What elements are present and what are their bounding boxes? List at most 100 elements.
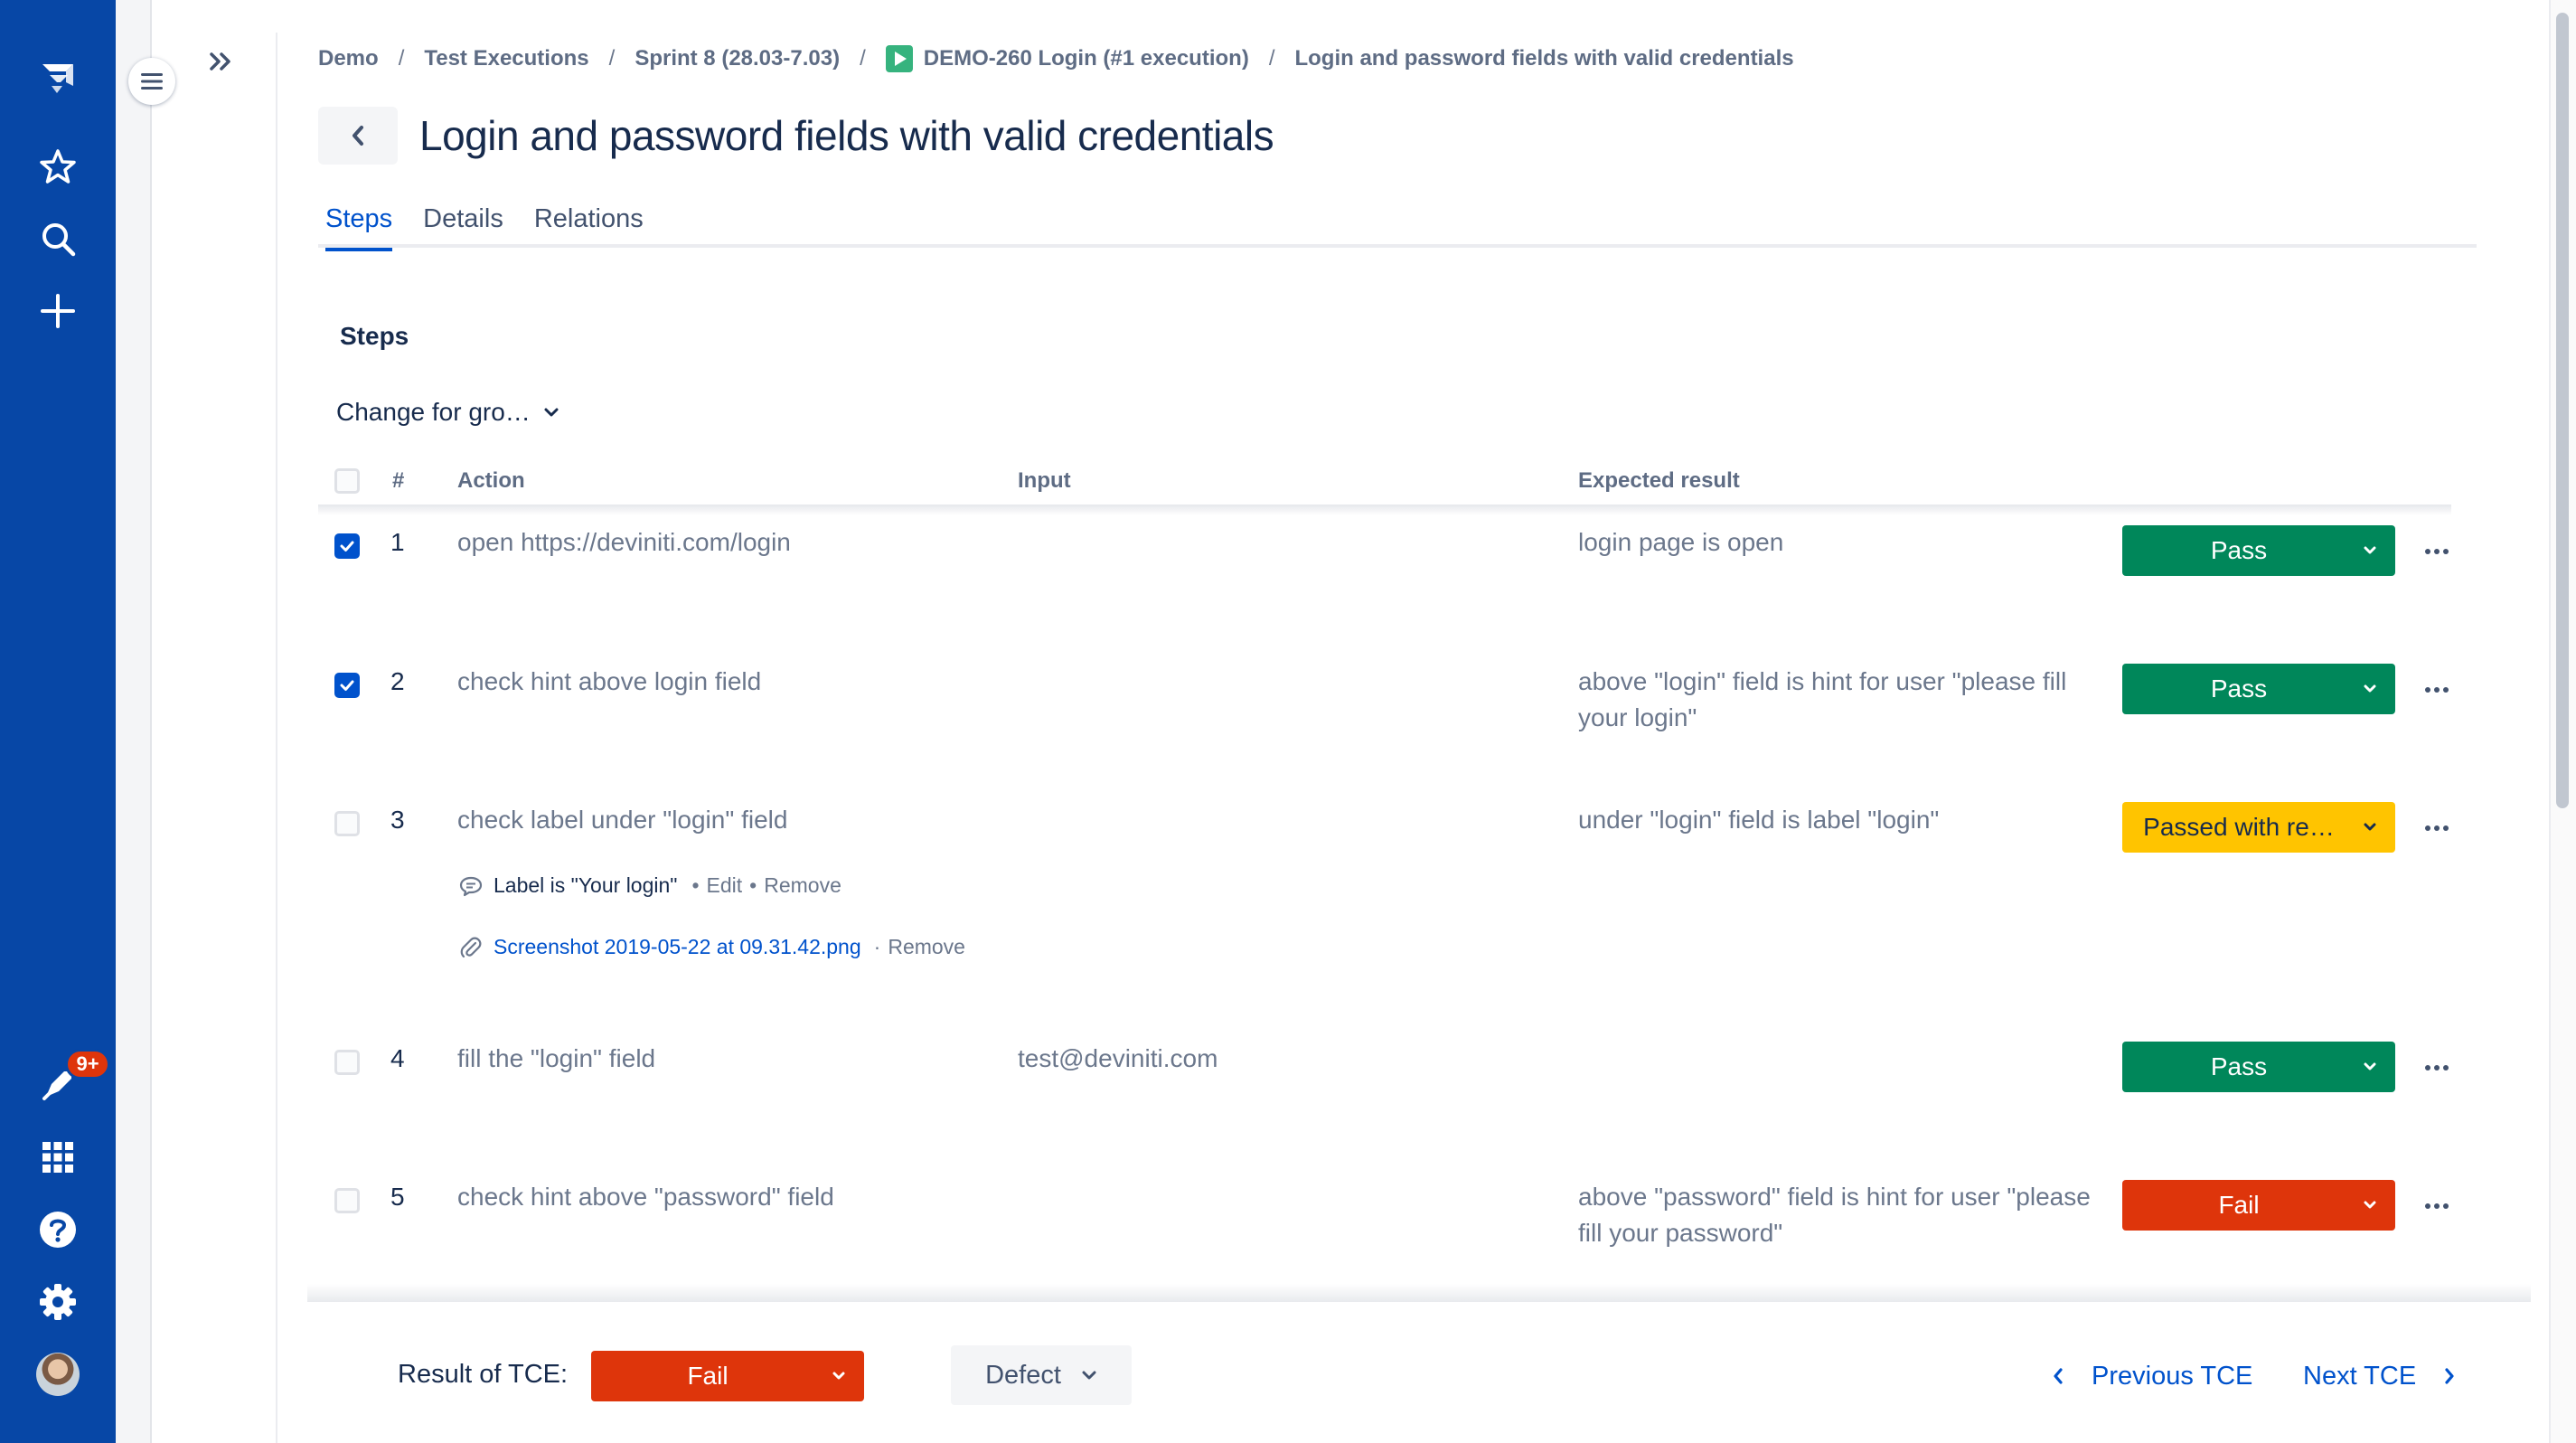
tab-bar: Steps Details Relations — [318, 201, 2477, 251]
row-checkbox[interactable] — [334, 1050, 360, 1075]
star-icon[interactable] — [31, 139, 85, 193]
checkmark-icon — [340, 541, 354, 552]
global-navigation: 9+ — [0, 0, 116, 1443]
breadcrumb-item-execution[interactable]: DEMO-260 Login (#1 execution) — [924, 46, 1249, 71]
chevron-down-icon — [2345, 546, 2395, 555]
comment-icon — [459, 876, 483, 896]
row-checkbox[interactable] — [334, 1188, 360, 1213]
chevron-down-icon — [813, 1372, 864, 1381]
content-divider — [276, 33, 277, 1443]
next-tce-link[interactable]: Next TCE — [2303, 1356, 2456, 1396]
step-attachment: Screenshot 2019-05-22 at 09.31.42.png · … — [459, 935, 965, 959]
step-status-label: Passed with re… — [2143, 813, 2335, 841]
expand-sidebar-button[interactable] — [199, 43, 242, 80]
scrollbar-thumb[interactable] — [2556, 13, 2569, 808]
step-status-select[interactable]: Fail — [2122, 1180, 2395, 1231]
more-icon[interactable] — [2415, 672, 2458, 708]
step-comment: Label is "Your login" • Edit • Remove — [459, 873, 841, 898]
step-number: 2 — [390, 667, 405, 695]
group-select-label: Change for gro… — [336, 398, 531, 426]
header-shadow — [318, 505, 2451, 515]
step-status-label: Pass — [2210, 674, 2268, 703]
chevron-down-icon — [2345, 823, 2395, 832]
chevron-down-icon — [1082, 1371, 1096, 1380]
breadcrumb-separator: / — [608, 46, 616, 71]
attachment-remove-link[interactable]: Remove — [888, 935, 965, 959]
comment-edit-link[interactable]: Edit — [707, 873, 743, 898]
row-checkbox[interactable] — [334, 673, 360, 698]
step-input: test@deviniti.com — [1018, 1044, 1218, 1072]
column-header-expected: Expected result — [1578, 468, 1740, 493]
double-chevron-right-icon — [210, 52, 230, 71]
column-header-input: Input — [1018, 468, 1071, 493]
step-action: check label under "login" field — [457, 806, 788, 834]
test-execution-icon — [885, 45, 913, 72]
step-status-label: Pass — [2210, 1052, 2268, 1080]
chevron-down-icon — [2345, 1062, 2395, 1071]
tab-relations[interactable]: Relations — [527, 201, 651, 248]
breadcrumb-item-test-executions[interactable]: Test Executions — [424, 46, 588, 71]
steps-heading: Steps — [340, 322, 409, 350]
comment-text: Label is "Your login" — [494, 873, 678, 897]
help-icon[interactable] — [31, 1202, 85, 1257]
comment-remove-link[interactable]: Remove — [764, 873, 841, 898]
avatar[interactable] — [36, 1353, 80, 1396]
jira-logo-icon[interactable] — [31, 51, 85, 105]
breadcrumb-separator: / — [1268, 46, 1275, 71]
select-all-checkbox[interactable] — [334, 468, 360, 494]
defect-button[interactable]: Defect — [951, 1345, 1132, 1405]
result-of-tce-label: Result of TCE: — [398, 1360, 569, 1389]
more-icon[interactable] — [2415, 810, 2458, 846]
defect-label: Defect — [985, 1360, 1061, 1390]
chevron-left-icon — [353, 126, 363, 146]
sidebar-toggle-button[interactable] — [128, 58, 175, 105]
tce-result-select[interactable]: Fail — [591, 1351, 864, 1401]
menu-icon — [141, 73, 163, 90]
step-status-select[interactable]: Pass — [2122, 525, 2395, 576]
attachment-link[interactable]: Screenshot 2019-05-22 at 09.31.42.png — [494, 935, 861, 959]
settings-icon[interactable] — [31, 1275, 85, 1329]
checkmark-icon — [340, 680, 354, 691]
step-action: open https://deviniti.com/login — [457, 528, 791, 556]
step-status-select[interactable]: Passed with re… — [2122, 802, 2395, 853]
more-icon[interactable] — [2415, 1050, 2458, 1086]
search-icon[interactable] — [31, 212, 85, 266]
step-expected-result: above "login" field is hint for user "pl… — [1578, 667, 2067, 731]
step-expected-result: login page is open — [1578, 528, 1784, 556]
chevron-down-icon — [2345, 1201, 2395, 1210]
app-switcher-icon[interactable] — [31, 1130, 85, 1184]
step-number: 5 — [390, 1183, 405, 1211]
breadcrumb-item-demo[interactable]: Demo — [318, 46, 379, 71]
tab-steps[interactable]: Steps — [318, 201, 400, 251]
step-status-select[interactable]: Pass — [2122, 1042, 2395, 1092]
page-title: Login and password fields with valid cre… — [419, 112, 1274, 159]
more-icon[interactable] — [2415, 533, 2458, 570]
project-sidebar-collapsed — [116, 0, 152, 1443]
notifications-badge[interactable]: 9+ — [65, 1049, 110, 1080]
breadcrumb-item-current[interactable]: Login and password fields with valid cre… — [1294, 46, 1793, 71]
step-expected-result: under "login" field is label "login" — [1578, 806, 1940, 834]
previous-tce-label: Previous TCE — [2092, 1361, 2253, 1391]
chevron-down-icon — [2345, 684, 2395, 693]
breadcrumb: Demo / Test Executions / Sprint 8 (28.03… — [318, 43, 1794, 74]
breadcrumb-item-sprint[interactable]: Sprint 8 (28.03-7.03) — [635, 46, 840, 71]
more-icon[interactable] — [2415, 1188, 2458, 1224]
column-header-number: # — [392, 468, 405, 493]
step-action: fill the "login" field — [457, 1044, 656, 1072]
previous-tce-link[interactable]: Previous TCE — [2052, 1356, 2252, 1396]
tab-details[interactable]: Details — [416, 201, 511, 248]
step-number: 3 — [390, 806, 405, 834]
row-checkbox[interactable] — [334, 811, 360, 836]
attachment-icon — [460, 937, 482, 957]
step-action: check hint above "password" field — [457, 1183, 834, 1211]
step-status-label: Pass — [2210, 536, 2268, 564]
row-checkbox[interactable] — [334, 533, 360, 559]
chevron-right-icon — [2445, 1368, 2454, 1384]
back-button[interactable] — [318, 107, 398, 165]
change-for-group-select[interactable]: Change for gro… — [336, 391, 559, 434]
plus-icon[interactable] — [31, 284, 85, 338]
step-expected-result: above "password" field is hint for user … — [1578, 1183, 2091, 1247]
footer-shadow — [307, 1284, 2531, 1304]
chevron-down-icon — [544, 408, 559, 417]
step-status-select[interactable]: Pass — [2122, 664, 2395, 714]
